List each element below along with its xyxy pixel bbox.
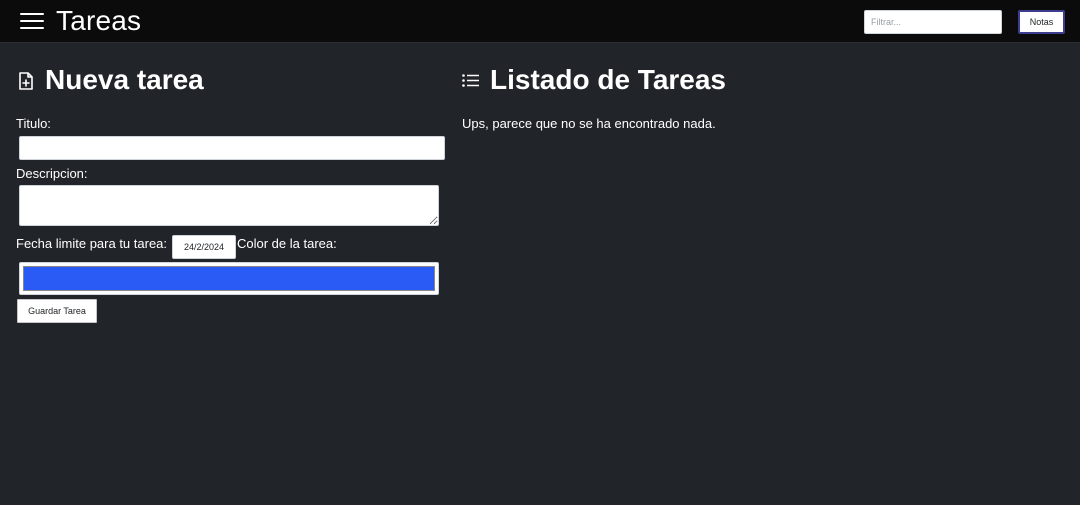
date-label: Fecha limite para tu tarea: <box>16 236 168 251</box>
description-label: Descripcion: <box>16 166 88 181</box>
app-title: Tareas <box>56 5 142 36</box>
date-input[interactable]: 24/2/2024 <box>172 235 236 259</box>
description-textarea[interactable] <box>19 185 439 226</box>
color-swatch <box>23 266 435 291</box>
task-list-heading: Listado de Tareas <box>490 64 727 95</box>
filter-input[interactable] <box>864 10 1002 34</box>
empty-list-message: Ups, parece que no se ha encontrado nada… <box>462 116 716 131</box>
title-input[interactable] <box>19 136 445 160</box>
new-task-heading: Nueva tarea <box>45 64 204 95</box>
color-picker[interactable] <box>19 262 439 295</box>
file-plus-icon <box>19 72 33 90</box>
top-navbar: Tareas Notas <box>0 0 1080 43</box>
title-label: Titulo: <box>16 116 51 131</box>
notes-button[interactable]: Notas <box>1018 10 1065 34</box>
hamburger-menu-icon[interactable] <box>20 13 44 31</box>
color-label: Color de la tarea: <box>237 236 337 251</box>
list-icon <box>462 74 479 87</box>
save-task-button[interactable]: Guardar Tarea <box>17 299 97 323</box>
